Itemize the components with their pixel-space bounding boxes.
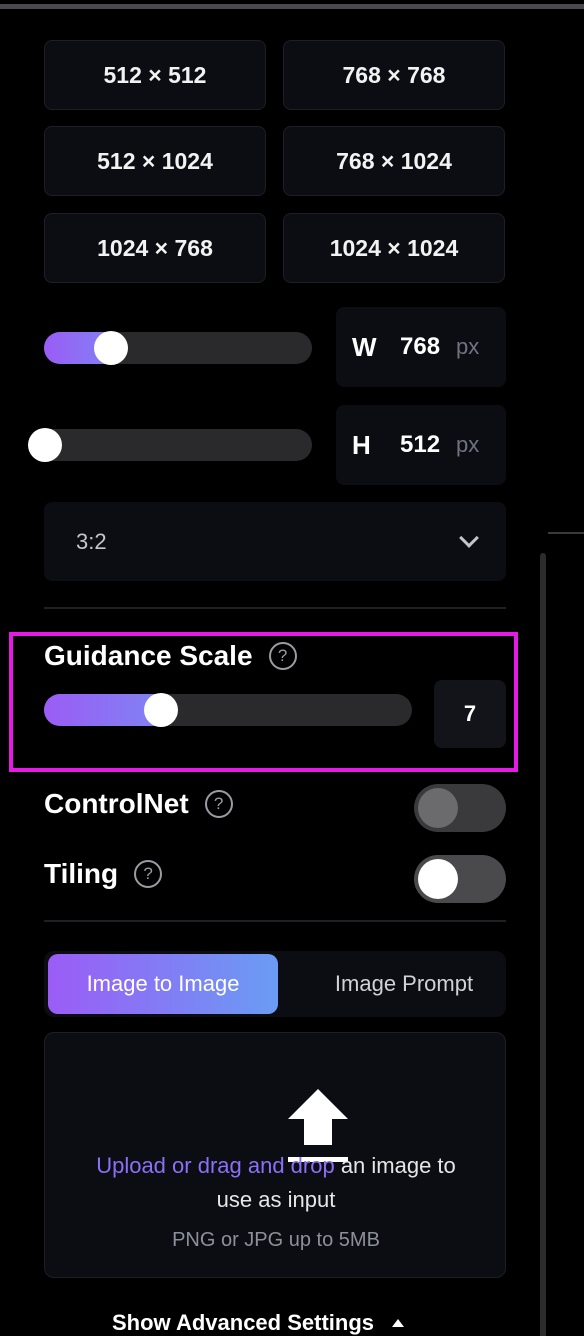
height-unit: px <box>456 432 480 457</box>
guidance-scale-label: Guidance Scale <box>44 640 253 671</box>
height-letter: H <box>352 429 371 460</box>
preset-768x1024-button[interactable]: 768 × 1024 <box>283 126 505 196</box>
help-icon[interactable]: ? <box>268 642 297 670</box>
aspect-ratio-select[interactable]: 3:2 <box>44 502 506 581</box>
preset-768x768-button[interactable]: 768 × 768 <box>283 40 505 110</box>
controlnet-toggle-knob <box>418 788 458 828</box>
controlnet-toggle[interactable] <box>414 784 506 832</box>
width-value: 768 <box>400 333 441 360</box>
width-unit: px <box>456 334 480 359</box>
width-slider-thumb[interactable] <box>94 331 128 365</box>
scrollbar[interactable] <box>540 553 546 1336</box>
upload-text-line2: use as input <box>216 1187 336 1212</box>
upload-link[interactable]: Upload or drag and drop <box>96 1153 335 1178</box>
tiling-toggle-knob <box>418 859 458 899</box>
upload-text-after: an image to <box>334 1153 456 1178</box>
tiling-row: Tiling ? <box>44 858 163 890</box>
aspect-ratio-value: 3:2 <box>76 528 107 554</box>
section-divider <box>44 607 506 609</box>
tiling-label: Tiling <box>44 858 119 889</box>
preset-1024x768-button[interactable]: 1024 × 768 <box>44 213 266 283</box>
controlnet-row: ControlNet ? <box>44 788 233 820</box>
show-advanced-settings-button[interactable]: Show Advanced Settings <box>112 1310 405 1336</box>
height-slider[interactable] <box>28 428 312 462</box>
guidance-scale-slider[interactable] <box>44 693 412 727</box>
guidance-scale-slider-thumb[interactable] <box>144 693 178 727</box>
upload-hint: PNG or JPG up to 5MB <box>172 1229 380 1251</box>
width-letter: W <box>352 331 377 362</box>
guidance-scale-value[interactable]: 7 <box>434 680 506 748</box>
upload-dropzone[interactable]: Upload or drag and drop an image to use … <box>44 1032 506 1278</box>
width-input[interactable]: W 768 px <box>336 307 506 387</box>
controlnet-label: ControlNet <box>44 788 189 819</box>
preset-512x512-button[interactable]: 512 × 512 <box>44 40 266 110</box>
chevron-down-icon <box>459 527 479 548</box>
height-value: 512 <box>400 431 441 458</box>
top-divider <box>0 4 584 9</box>
tab-image-prompt[interactable]: Image Prompt <box>304 954 504 1014</box>
width-slider[interactable] <box>44 331 312 365</box>
right-panel-divider <box>548 532 584 534</box>
image-mode-tabs: Image to Image Image Prompt <box>44 951 506 1017</box>
height-input[interactable]: H 512 px <box>336 405 506 485</box>
section-divider <box>44 920 506 922</box>
preset-1024x1024-button[interactable]: 1024 × 1024 <box>283 213 505 283</box>
help-icon[interactable]: ? <box>134 860 163 888</box>
upload-instructions: Upload or drag and drop an image to use … <box>45 1149 507 1217</box>
advanced-settings-label: Show Advanced Settings <box>112 1310 375 1335</box>
preset-512x1024-button[interactable]: 512 × 1024 <box>44 126 266 196</box>
guidance-scale-header: Guidance Scale ? <box>44 640 297 672</box>
tiling-toggle[interactable] <box>414 855 506 903</box>
height-slider-thumb[interactable] <box>28 428 62 462</box>
tab-image-to-image[interactable]: Image to Image <box>48 954 278 1014</box>
caret-up-icon <box>392 1319 405 1327</box>
help-icon[interactable]: ? <box>204 790 233 818</box>
